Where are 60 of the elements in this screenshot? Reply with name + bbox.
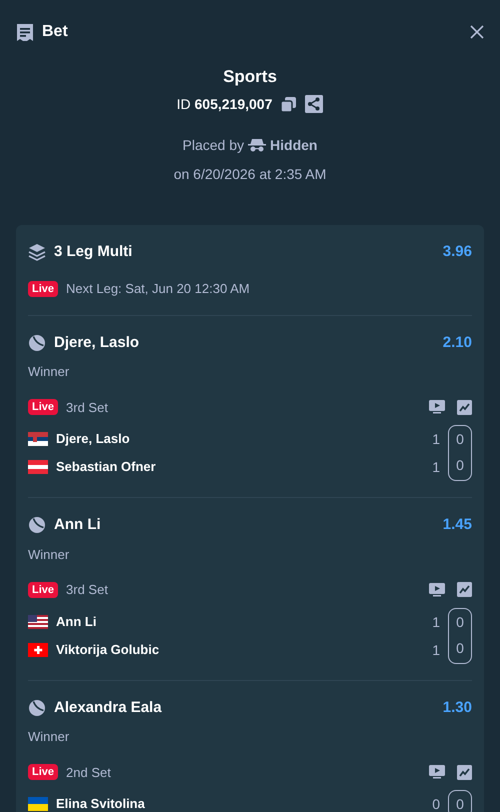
share-icon[interactable] [305,95,324,113]
tv-play-icon[interactable] [429,400,445,414]
tv-play-icon[interactable] [429,765,445,780]
chart-icon[interactable] [457,582,472,598]
game-score: 0 [456,430,464,449]
flag-icon [28,432,48,446]
layers-icon [28,242,46,261]
market-name: Winner [28,546,70,564]
set-score: 1 [432,458,440,477]
live-badge: Live [28,399,58,416]
game-score: 0 [456,795,464,812]
multi-title: 3 Leg Multi [54,242,132,262]
close-icon[interactable] [470,25,484,39]
live-badge: Live [28,764,58,780]
bet-id: ID 605,219,007 [176,94,272,114]
sport-title: Sports [223,66,277,88]
selection-name: Ann Li [54,515,101,535]
set-score: 1 [432,430,440,449]
chart-icon[interactable] [457,764,472,780]
flag-icon [28,460,48,474]
set-score: 0 [432,795,440,812]
player-name: Sebastian Ofner [56,458,156,476]
market-name: Winner [28,363,70,381]
live-badge: Live [28,280,58,297]
selection-name: Alexandra Eala [54,698,162,718]
chart-icon[interactable] [457,400,472,415]
period-label: 3rd Set [66,398,108,416]
selection-name: Djere, Laslo [54,332,140,352]
player-name: Elina Svitolina [56,795,145,812]
game-score: 0 [456,638,464,658]
period-label: 2nd Set [66,764,111,782]
live-badge: Live [28,582,58,598]
odds-value: 2.10 [442,332,472,352]
tennis-ball-icon [28,334,46,352]
flag-icon [28,797,48,811]
game-score: 0 [456,612,464,632]
copy-icon[interactable] [280,96,298,112]
market-name: Winner [28,728,70,746]
tv-play-icon[interactable] [429,582,445,597]
total-odds: 3.96 [442,242,472,262]
dialog-title: Bet [42,22,68,42]
tennis-ball-icon [28,516,46,534]
flag-icon [28,614,48,628]
placed-by-label: Placed by [182,136,244,155]
odds-value: 1.30 [442,698,472,718]
receipt-icon [16,22,34,42]
game-score: 0 [456,456,464,475]
odds-value: 1.45 [442,515,472,535]
set-score: 1 [432,612,440,632]
player-name: Viktorija Golubic [56,640,160,659]
tennis-ball-icon [28,698,46,717]
player-name: Ann Li [56,612,96,631]
placed-date: on 6/20/2026 at 2:35 AM [174,164,326,184]
flag-icon [28,642,48,656]
set-score: 1 [432,640,440,660]
period-label: 3rd Set [66,581,108,599]
incognito-icon [248,138,266,152]
next-leg-label: Next Leg: Sat, Jun 20 12:30 AM [66,280,250,298]
user-name: Hidden [270,136,318,154]
player-name: Djere, Laslo [56,430,130,448]
